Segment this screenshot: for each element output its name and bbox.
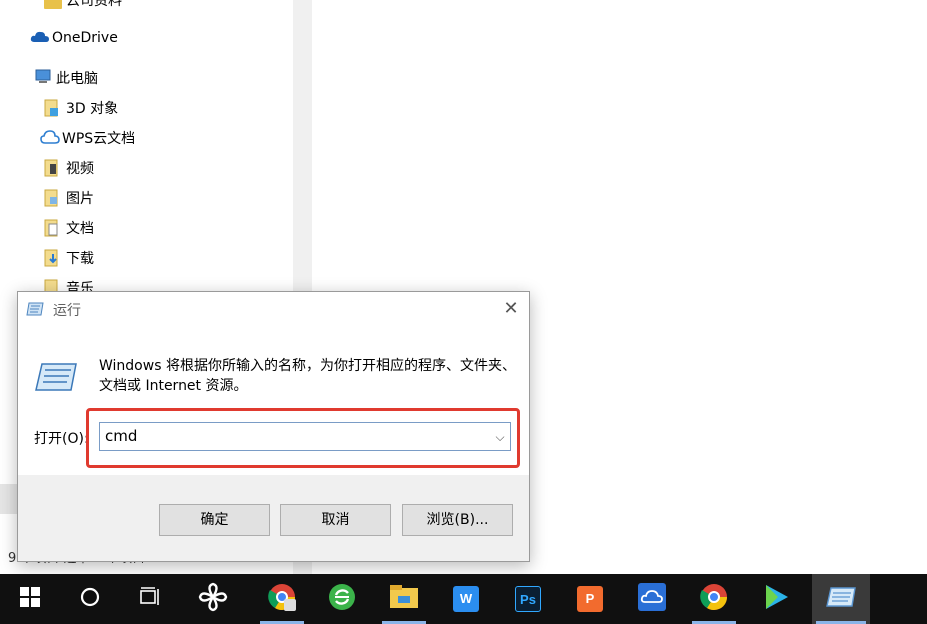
file-explorer-icon bbox=[389, 584, 419, 614]
taskbar-app-file-explorer[interactable] bbox=[378, 574, 430, 624]
nav-item-3d-objects[interactable]: 3D 对象 bbox=[44, 96, 118, 120]
pictures-folder-icon bbox=[44, 189, 62, 207]
nav-item-pictures[interactable]: 图片 bbox=[44, 186, 94, 210]
dialog-description: Windows 将根据你所输入的名称，为你打开相应的程序、文件夹、文档或 Int… bbox=[99, 358, 516, 394]
red-highlight-annotation bbox=[86, 408, 520, 468]
start-button[interactable] bbox=[4, 574, 56, 624]
taskbar-app-run[interactable] bbox=[812, 574, 870, 624]
close-icon: ✕ bbox=[503, 298, 519, 319]
dialog-titlebar[interactable]: 运行 ✕ bbox=[18, 292, 529, 328]
run-program-icon bbox=[35, 361, 77, 393]
onedrive-cloud-icon bbox=[30, 29, 49, 47]
nav-item-label: 视频 bbox=[66, 161, 94, 177]
taskbar-app-sync[interactable] bbox=[316, 574, 368, 624]
cortana-circle-icon bbox=[79, 586, 101, 612]
pinwheel-app-icon bbox=[198, 582, 228, 616]
nav-item-label: 下载 bbox=[66, 251, 94, 267]
chrome-icon bbox=[699, 582, 729, 616]
nav-item-this-pc[interactable]: 此电脑 bbox=[34, 66, 98, 90]
run-icon bbox=[26, 301, 44, 317]
nav-item-onedrive[interactable]: OneDrive bbox=[30, 26, 118, 50]
videos-folder-icon bbox=[44, 159, 62, 177]
this-pc-icon bbox=[34, 69, 52, 87]
dialog-body: Windows 将根据你所输入的名称，为你打开相应的程序、文件夹、文档或 Int… bbox=[18, 328, 529, 475]
green-sync-icon bbox=[327, 582, 357, 616]
browse-button[interactable]: 浏览(B)... bbox=[402, 504, 513, 536]
taskbar-app-photoshop[interactable]: Ps bbox=[502, 574, 554, 624]
folder-icon bbox=[44, 0, 62, 9]
close-button[interactable]: ✕ bbox=[493, 292, 529, 328]
wps-cloud-icon bbox=[40, 129, 60, 147]
nav-item-label: 云司资料 bbox=[66, 0, 122, 9]
documents-folder-icon bbox=[44, 219, 62, 237]
taskbar-app-chrome[interactable] bbox=[688, 574, 740, 624]
taskbar: W Ps P bbox=[0, 574, 927, 624]
dialog-footer: 确定 取消 浏览(B)... bbox=[18, 475, 529, 561]
task-view-icon bbox=[138, 586, 162, 612]
nav-item-wps-cloud[interactable]: WPS云文档 bbox=[40, 126, 135, 150]
dialog-title: 运行 bbox=[53, 303, 81, 319]
nav-item-downloads[interactable]: 下载 bbox=[44, 246, 94, 270]
taskbar-app-pinwheel[interactable] bbox=[187, 574, 239, 624]
nav-item-label: 此电脑 bbox=[56, 71, 98, 87]
nav-item-videos[interactable]: 视频 bbox=[44, 156, 94, 180]
nav-selection-strip bbox=[0, 484, 18, 514]
wps-presentation-icon: P bbox=[577, 586, 603, 612]
windows-logo-icon bbox=[20, 587, 40, 611]
nav-item-documents[interactable]: 文档 bbox=[44, 216, 94, 240]
nav-item-label: 图片 bbox=[66, 191, 94, 207]
taskbar-app-chrome-user[interactable] bbox=[256, 574, 308, 624]
chrome-user-icon bbox=[267, 582, 297, 616]
cortana-button[interactable] bbox=[64, 574, 116, 624]
ok-button[interactable]: 确定 bbox=[159, 504, 270, 536]
nav-item-label: 3D 对象 bbox=[66, 101, 119, 117]
3d-objects-folder-icon bbox=[44, 99, 62, 117]
taskbar-app-wps[interactable]: W bbox=[440, 574, 492, 624]
cancel-button[interactable]: 取消 bbox=[280, 504, 391, 536]
task-view-button[interactable] bbox=[124, 574, 176, 624]
wps-office-icon: W bbox=[453, 586, 479, 612]
taskbar-app-video-player[interactable] bbox=[750, 574, 802, 624]
cloud-sync-icon bbox=[638, 583, 666, 615]
taskbar-app-wps-presentation[interactable]: P bbox=[564, 574, 616, 624]
run-dialog-icon bbox=[826, 586, 856, 612]
video-player-icon bbox=[761, 582, 791, 616]
nav-item-label: WPS云文档 bbox=[62, 131, 136, 147]
taskbar-app-cloud-sync[interactable] bbox=[626, 574, 678, 624]
run-dialog: 运行 ✕ Windows 将根据你所输入的名称，为你打开相应的程序、文件夹、文档… bbox=[17, 291, 530, 562]
nav-item-label: 文档 bbox=[66, 221, 94, 237]
open-label: 打开(O): bbox=[34, 431, 89, 447]
photoshop-icon: Ps bbox=[515, 586, 541, 612]
nav-item-company-files[interactable]: 云司资料 bbox=[44, 0, 122, 12]
nav-item-label: OneDrive bbox=[52, 30, 118, 46]
downloads-folder-icon bbox=[44, 249, 62, 267]
